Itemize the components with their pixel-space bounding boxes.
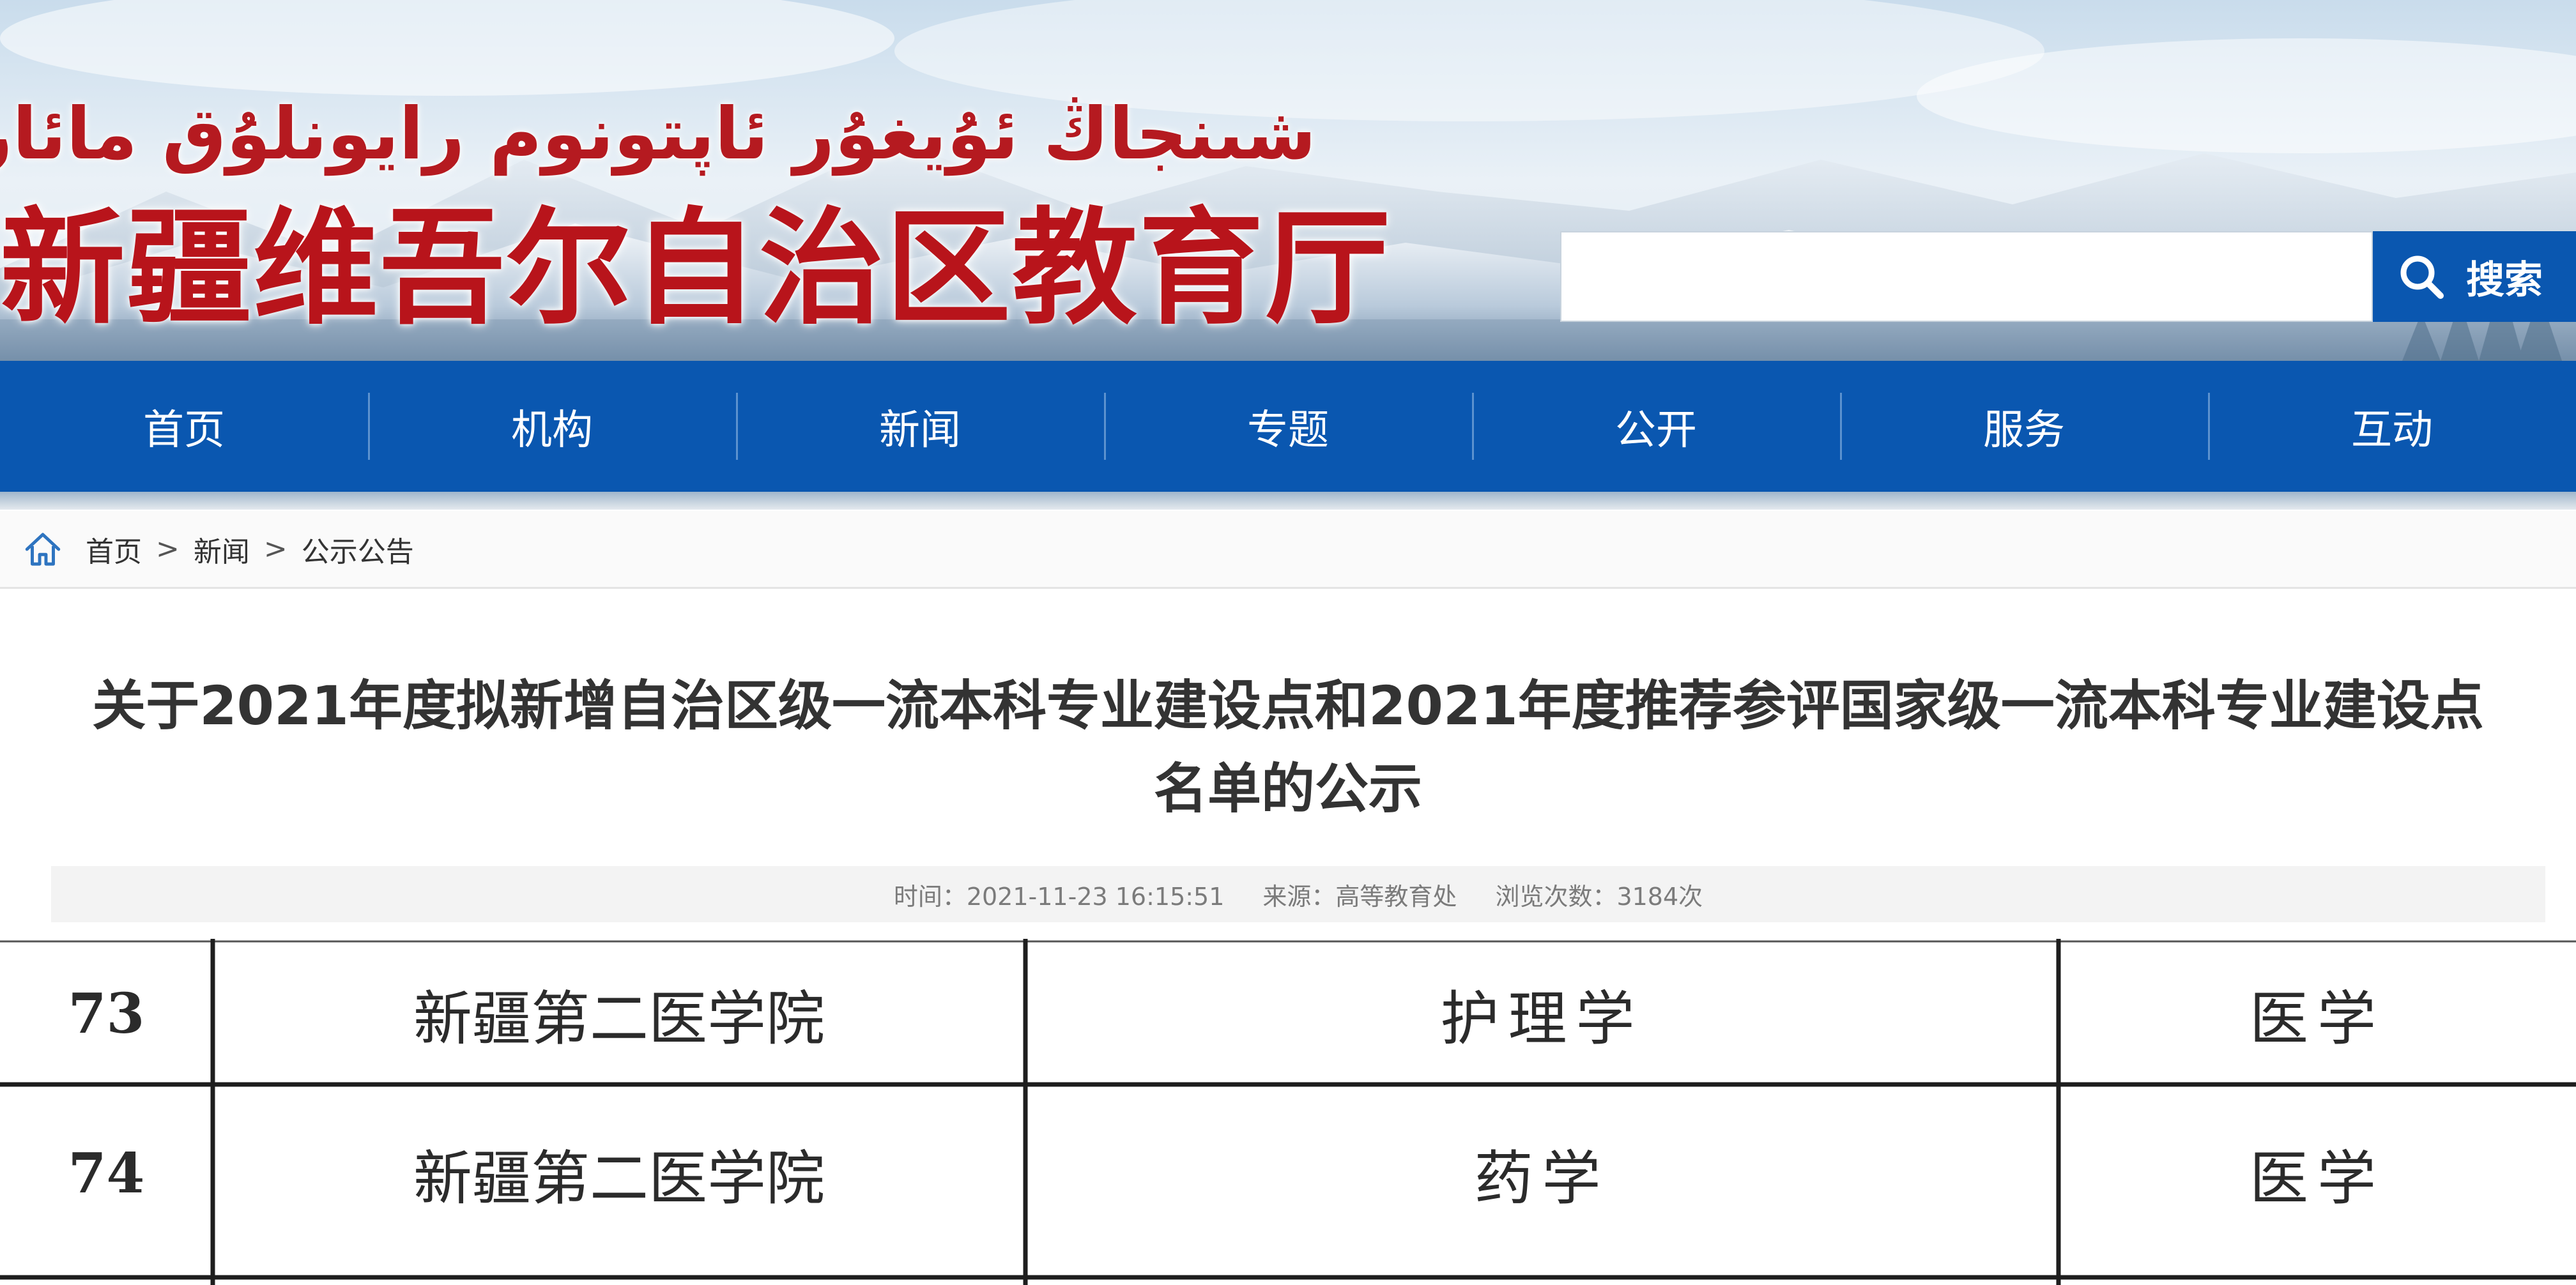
table-cell-category: 医学: [2249, 984, 2385, 1053]
article-title-line2: 名单的公示: [1153, 757, 1422, 820]
article-title: 关于2021年度拟新增自治区级一流本科专业建设点和2021年度推荐参评国家级一流…: [64, 664, 2512, 830]
table-cell-school: 新疆第二医学院: [413, 984, 825, 1053]
table-cell-major: 药学: [1474, 1144, 1610, 1213]
table-cell-number: 74: [68, 1141, 145, 1206]
nav-item-organization[interactable]: 机构: [368, 361, 736, 492]
table-cell-category: 医学: [2249, 1144, 2385, 1213]
article-title-line1: 关于2021年度拟新增自治区级一流本科专业建设点和2021年度推荐参评国家级一流…: [92, 674, 2484, 737]
nav-item-news[interactable]: 新闻: [736, 361, 1104, 492]
nav-item-interaction[interactable]: 互动: [2208, 361, 2576, 492]
table-cell-school: 新疆第二医学院: [413, 1144, 825, 1213]
header-banner: شىنجاڭ ئۇيغۇر ئاپتونوم رايونلۇق مائارىپ …: [0, 0, 2576, 361]
article-meta-bar: 时间：2021-11-23 16:15:51 来源：高等教育处 浏览次数：318…: [51, 866, 2545, 922]
breadcrumb-item-home[interactable]: 首页: [86, 529, 142, 570]
nav-item-home[interactable]: 首页: [0, 361, 368, 492]
breadcrumb-separator: >: [263, 533, 288, 565]
breadcrumb-separator: >: [156, 533, 180, 565]
table-cell-major: 护理学: [1440, 984, 1644, 1053]
view-count: 浏览次数：3184次: [1495, 882, 1703, 911]
site-title-chinese: 新疆维吾尔自治区教育厅: [0, 195, 1392, 342]
table-cell-number: 73: [68, 981, 145, 1046]
nav-item-disclosure[interactable]: 公开: [1472, 361, 1840, 492]
nav-shadow-strip: [0, 492, 2576, 510]
home-icon[interactable]: [22, 528, 64, 570]
breadcrumb-item-news[interactable]: 新闻: [194, 529, 250, 570]
search-icon: [2400, 255, 2444, 299]
site-title-uyghur: شىنجاڭ ئۇيغۇر ئاپتونوم رايونلۇق مائارىپ …: [0, 93, 1316, 176]
breadcrumb-item-announcements[interactable]: 公示公告: [302, 529, 414, 570]
search-input[interactable]: [1560, 231, 2373, 322]
publish-time: 时间：2021-11-23 16:15:51: [893, 882, 1225, 911]
article-source: 来源：高等教育处: [1262, 882, 1457, 911]
search-button[interactable]: 搜索: [2373, 231, 2576, 322]
breadcrumb: 首页 > 新闻 > 公示公告: [0, 511, 2576, 589]
nav-item-services[interactable]: 服务: [1840, 361, 2208, 492]
main-nav: 首页 机构 新闻 专题 公开 服务 互动: [0, 361, 2576, 492]
scanned-table-image: 73 新疆第二医学院 护理学 医学 74 新疆第二医学院 药学 医学: [0, 939, 2576, 1285]
search-button-label: 搜索: [2466, 257, 2543, 303]
nav-item-topics[interactable]: 专题: [1104, 361, 1472, 492]
